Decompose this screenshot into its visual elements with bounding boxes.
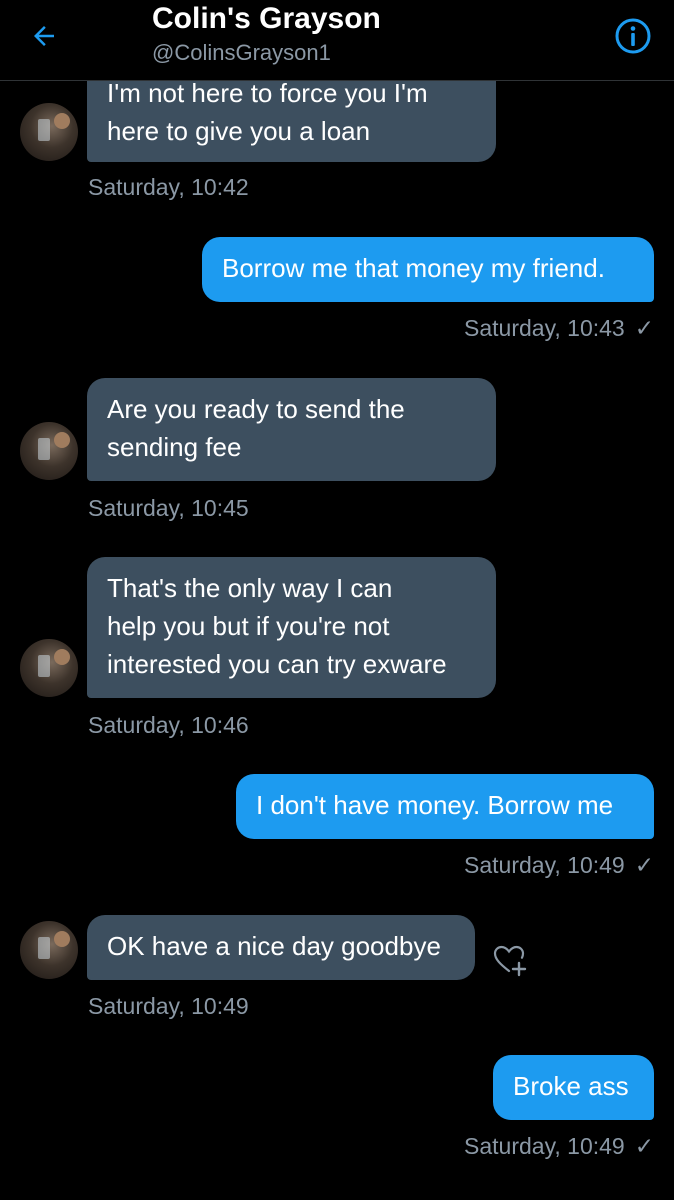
message-bubble-outgoing[interactable]: I don't have money. Borrow me xyxy=(236,774,654,839)
message-line: OK have a nice day goodbye xyxy=(107,931,441,961)
message-bubble-incoming[interactable]: Are you ready to send the sending fee xyxy=(87,378,496,481)
info-button[interactable] xyxy=(612,15,654,57)
message-line: here to give you a loan xyxy=(107,116,371,146)
message-line: Broke ass xyxy=(513,1071,629,1101)
message-line: interested you can try exware xyxy=(107,649,447,679)
read-check-icon: ✓ xyxy=(634,1133,654,1159)
message-timestamp: Saturday, 10:49 xyxy=(464,852,625,878)
heart-plus-icon xyxy=(493,945,527,977)
message-timestamp: Saturday, 10:45 xyxy=(88,495,249,521)
message-line: help you but if you're not xyxy=(107,611,390,641)
message-line: Are you ready to send the xyxy=(107,394,405,424)
message-line: I don't have money. Borrow me xyxy=(256,790,614,820)
message-line: sending fee xyxy=(107,432,242,462)
message-timestamp: Saturday, 10:42 xyxy=(88,174,249,200)
message-bubble-incoming[interactable]: I'm not here to force you I'm here to gi… xyxy=(87,68,496,162)
read-check-icon: ✓ xyxy=(634,315,654,341)
message-bubble-outgoing[interactable]: Borrow me that money my friend. xyxy=(202,237,654,302)
message-timestamp-row: Saturday, 10:43 ✓ xyxy=(464,315,654,342)
message-timestamp-row: Saturday, 10:49 ✓ xyxy=(464,1133,654,1160)
avatar[interactable] xyxy=(20,639,78,697)
back-button[interactable] xyxy=(22,14,66,58)
message-line: Borrow me that money my friend. xyxy=(222,253,605,283)
message-timestamp: Saturday, 10:46 xyxy=(88,712,249,738)
message-bubble-outgoing[interactable]: Broke ass xyxy=(493,1055,654,1120)
read-check-icon: ✓ xyxy=(634,852,654,878)
message-timestamp: Saturday, 10:49 xyxy=(88,993,249,1019)
message-timestamp: Saturday, 10:43 xyxy=(464,315,625,341)
add-reaction-button[interactable] xyxy=(490,940,530,980)
avatar[interactable] xyxy=(20,422,78,480)
message-timestamp: Saturday, 10:49 xyxy=(464,1133,625,1159)
avatar[interactable] xyxy=(20,921,78,979)
message-bubble-incoming[interactable]: That's the only way I can help you but i… xyxy=(87,557,496,698)
conversation-header: Colin's Grayson @ColinsGrayson1 xyxy=(0,0,674,81)
avatar[interactable] xyxy=(20,103,78,161)
arrow-left-icon xyxy=(34,26,54,46)
message-line: That's the only way I can xyxy=(107,573,393,603)
conversation-title[interactable]: Colin's Grayson xyxy=(152,2,381,36)
info-circle-icon xyxy=(615,18,651,54)
conversation-handle: @ColinsGrayson1 xyxy=(152,40,331,65)
message-timestamp-row: Saturday, 10:49 ✓ xyxy=(464,852,654,879)
message-bubble-incoming[interactable]: OK have a nice day goodbye xyxy=(87,915,475,980)
